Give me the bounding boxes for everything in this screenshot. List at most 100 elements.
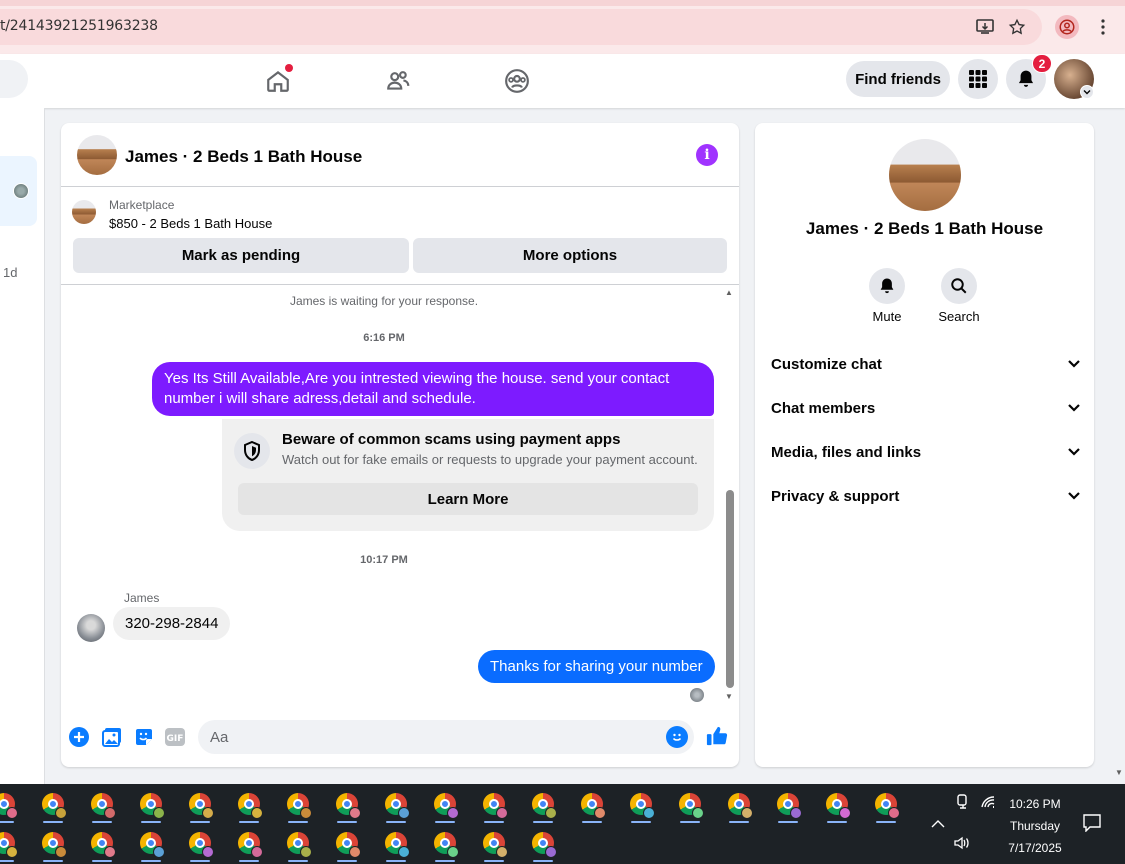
taskbar-chrome-icon[interactable] (774, 791, 802, 823)
taskbar-chrome-icon[interactable] (284, 791, 312, 823)
taskbar-chrome-icon[interactable] (39, 830, 67, 862)
taskbar-chrome-icon[interactable] (0, 791, 18, 823)
show-hidden-icons-chevron-icon[interactable] (931, 816, 945, 831)
menu-grid-button[interactable] (958, 59, 998, 99)
taskbar-chrome-icon[interactable] (480, 791, 508, 823)
bell-icon (869, 268, 905, 304)
groups-icon[interactable] (502, 66, 532, 96)
url-text[interactable]: t/24143921251963238 (0, 18, 158, 34)
scroll-up-icon[interactable]: ▲ (724, 288, 734, 298)
chat-title[interactable]: James · 2 Beds 1 Bath House (125, 147, 362, 167)
chrome-profile-badge-icon (349, 846, 361, 858)
taskbar-chrome-icon[interactable] (872, 791, 900, 823)
chrome-profile-badge-icon (153, 846, 165, 858)
taskbar-chrome-icon[interactable] (676, 791, 704, 823)
running-indicator (582, 821, 602, 823)
taskbar-chrome-icon[interactable] (382, 830, 410, 862)
photo-icon[interactable] (101, 726, 123, 748)
meet-now-icon[interactable] (956, 794, 970, 813)
taskbar-chrome-icon[interactable] (333, 791, 361, 823)
customize-chat-section[interactable]: Customize chat (771, 352, 1081, 376)
page-scrollbar[interactable]: ▼ (1113, 108, 1125, 784)
privacy-support-section[interactable]: Privacy & support (771, 484, 1081, 508)
info-icon[interactable]: i (696, 144, 718, 166)
taskbar-chrome-icon[interactable] (137, 830, 165, 862)
install-app-icon[interactable] (975, 17, 995, 37)
marketplace-label: Marketplace (109, 198, 175, 212)
taskbar-chrome-icon[interactable] (333, 830, 361, 862)
running-indicator (778, 821, 798, 823)
taskbar-chrome-icon[interactable] (725, 791, 753, 823)
account-chevron-icon[interactable] (1080, 85, 1094, 99)
thumbs-up-icon[interactable] (705, 724, 729, 748)
more-options-button[interactable]: More options (413, 238, 727, 273)
bookmark-star-icon[interactable] (1007, 17, 1027, 37)
taskbar-chrome-icon[interactable] (186, 830, 214, 862)
plus-icon[interactable] (68, 726, 90, 748)
learn-more-button[interactable]: Learn More (238, 483, 698, 515)
emoji-icon[interactable] (666, 726, 688, 748)
browser-menu-icon[interactable] (1093, 17, 1113, 37)
home-icon[interactable] (263, 64, 293, 96)
mark-as-pending-button[interactable]: Mark as pending (73, 238, 409, 273)
media-files-links-section[interactable]: Media, files and links (771, 440, 1081, 464)
taskbar-chrome-icon[interactable] (235, 830, 263, 862)
message-scrollbar[interactable]: ▲ ▼ (723, 286, 735, 706)
search-box[interactable] (0, 60, 28, 98)
system-clock[interactable]: 10:26 PM Thursday 7/17/2025 (996, 793, 1074, 859)
chrome-profile-badge-icon (6, 807, 18, 819)
gif-icon[interactable]: GIF (164, 726, 186, 748)
chrome-profile-badge-icon (888, 807, 900, 819)
listing-title[interactable]: $850 - 2 Beds 1 Bath House (109, 216, 272, 231)
profile-icon[interactable] (1055, 15, 1079, 39)
taskbar-chrome-icon[interactable] (480, 830, 508, 862)
section-label: Privacy & support (771, 487, 900, 505)
search-in-chat-button[interactable]: Search (929, 268, 989, 324)
outgoing-message[interactable]: Thanks for sharing your number (478, 650, 715, 683)
taskbar-chrome-icon[interactable] (627, 791, 655, 823)
sticker-icon[interactable] (133, 726, 155, 748)
running-indicator (0, 860, 14, 862)
notification-center-icon[interactable] (1083, 814, 1101, 835)
search-icon (941, 268, 977, 304)
scroll-thumb[interactable] (726, 490, 734, 688)
taskbar-chrome-icon[interactable] (284, 830, 312, 862)
find-friends-button[interactable]: Find friends (846, 61, 950, 97)
friends-icon[interactable] (383, 66, 413, 96)
running-indicator (337, 821, 357, 823)
taskbar-chrome-icon[interactable] (186, 791, 214, 823)
taskbar-chrome-icon[interactable] (823, 791, 851, 823)
scroll-down-icon[interactable]: ▼ (724, 692, 734, 702)
sender-avatar[interactable] (77, 614, 105, 642)
svg-text:GIF: GIF (167, 734, 184, 744)
message-input[interactable]: Aa (198, 720, 694, 754)
page-scroll-down-icon[interactable]: ▼ (1115, 768, 1123, 777)
taskbar-chrome-icon[interactable] (431, 830, 459, 862)
taskbar-chrome-icon[interactable] (382, 791, 410, 823)
taskbar-chrome-icon[interactable] (529, 830, 557, 862)
address-bar[interactable]: t/24143921251963238 (0, 9, 1042, 45)
taskbar-chrome-icon[interactable] (235, 791, 263, 823)
taskbar-chrome-icon[interactable] (88, 830, 116, 862)
details-title: James · 2 Beds 1 Bath House (805, 219, 1044, 238)
volume-icon[interactable] (954, 836, 970, 853)
outgoing-message[interactable]: Yes Its Still Available,Are you intreste… (152, 362, 714, 416)
mute-button[interactable]: Mute (857, 268, 917, 324)
running-indicator (533, 821, 553, 823)
taskbar-chrome-icon[interactable] (0, 830, 18, 862)
taskbar-chrome-icon[interactable] (39, 791, 67, 823)
listing-avatar[interactable] (77, 135, 117, 175)
taskbar-chrome-icon[interactable] (529, 791, 557, 823)
taskbar-chrome-icon[interactable] (88, 791, 116, 823)
wifi-icon[interactable] (980, 795, 996, 812)
clock-date: 7/17/2025 (1008, 841, 1062, 855)
listing-thumbnail[interactable] (72, 200, 96, 224)
incoming-message[interactable]: 320-298-2844 (113, 607, 231, 640)
taskbar-chrome-icon[interactable] (578, 791, 606, 823)
mute-label: Mute (872, 309, 902, 324)
details-avatar[interactable] (889, 139, 961, 211)
taskbar-chrome-icon[interactable] (431, 791, 459, 823)
taskbar-chrome-icon[interactable] (137, 791, 165, 823)
chrome-profile-badge-icon (447, 807, 459, 819)
chat-members-section[interactable]: Chat members (771, 396, 1081, 420)
